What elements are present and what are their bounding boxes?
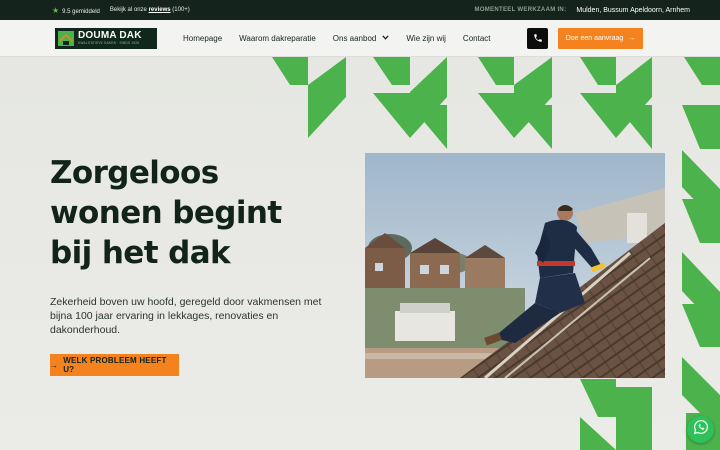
logo-tagline: KWALITATIEVE DAKEN · SINDS 1926 bbox=[78, 41, 140, 45]
nav-item-contact[interactable]: Contact bbox=[463, 34, 491, 43]
roof-logo-icon bbox=[58, 31, 74, 46]
phone-button[interactable] bbox=[527, 28, 548, 49]
hero-headline: Zorgeloos wonen begint bij het dak bbox=[50, 153, 282, 273]
chevron-down-icon bbox=[382, 35, 390, 42]
logo-name: DOUMA DAK bbox=[78, 30, 142, 41]
nav-item-ons-aanbod[interactable]: Ons aanbod bbox=[333, 34, 390, 43]
headline-line-2: wonen begint bbox=[50, 195, 282, 231]
main-navigation: DOUMA DAK KWALITATIEVE DAKEN · SINDS 192… bbox=[0, 20, 720, 57]
reviews-line: Bekijk al onze reviews (100+) bbox=[110, 7, 190, 13]
logo-wordmark: DOUMA DAK KWALITATIEVE DAKEN · SINDS 192… bbox=[78, 31, 142, 46]
nav-label: Waarom dakreparatie bbox=[239, 34, 316, 43]
hero-section: Zorgeloos wonen begint bij het dak Zeker… bbox=[0, 57, 720, 450]
nav-menu: Homepage Waarom dakreparatie Ons aanbod … bbox=[183, 20, 508, 57]
working-value: Mulden, Bussum Apeldoorn, Arnhem bbox=[576, 6, 690, 14]
headline-line-3: bij het dak bbox=[50, 235, 231, 271]
headline-line-1: Zorgeloos bbox=[50, 155, 219, 191]
top-bar-left: ★ 9.5 gemiddeld Bekijk al onze reviews (1… bbox=[52, 0, 190, 20]
reviews-prefix: Bekijk al onze bbox=[109, 7, 147, 13]
problem-button-label: WELK PROBLEEM HEEFT U? bbox=[63, 356, 167, 374]
reviews-count: (100+) bbox=[172, 7, 190, 13]
nav-label: Ons aanbod bbox=[332, 34, 377, 43]
logo[interactable]: DOUMA DAK KWALITATIEVE DAKEN · SINDS 192… bbox=[55, 28, 157, 49]
top-bar-right: MOMENTEEL WERKZAAM IN: Mulden, Bussum Ap… bbox=[475, 0, 690, 20]
nav-label: Contact bbox=[462, 34, 491, 43]
request-button-label: Doe een aanvraag bbox=[565, 35, 624, 42]
reviews-link[interactable]: reviews bbox=[149, 7, 171, 13]
star-icon: ★ bbox=[52, 5, 60, 15]
nav-item-homepage[interactable]: Homepage bbox=[183, 34, 222, 43]
request-button[interactable]: Doe een aanvraag → bbox=[558, 28, 643, 49]
roofer-photo bbox=[365, 153, 665, 378]
working-label: MOMENTEEL WERKZAAM IN: bbox=[474, 7, 567, 13]
rating-text: 9.5 gemiddeld bbox=[62, 8, 100, 15]
problem-button[interactable]: → WELK PROBLEEM HEEFT U? bbox=[50, 354, 179, 376]
whatsapp-button[interactable] bbox=[687, 416, 714, 443]
hero-intro: Zekerheid boven uw hoofd, geregeld door … bbox=[50, 296, 322, 336]
nav-item-wie-zijn-wij[interactable]: Wie zijn wij bbox=[406, 34, 446, 43]
top-bar: ★ 9.5 gemiddeld Bekijk al onze reviews (1… bbox=[0, 0, 720, 20]
arrow-right-icon: → bbox=[50, 360, 59, 370]
nav-label: Wie zijn wij bbox=[406, 34, 446, 43]
nav-label: Homepage bbox=[183, 34, 223, 43]
whatsapp-icon bbox=[693, 419, 709, 440]
phone-icon bbox=[533, 30, 543, 48]
rating: ★ 9.5 gemiddeld bbox=[52, 6, 100, 15]
arrow-right-icon: → bbox=[628, 35, 636, 42]
nav-item-waarom-dakreparatie[interactable]: Waarom dakreparatie bbox=[239, 34, 316, 43]
